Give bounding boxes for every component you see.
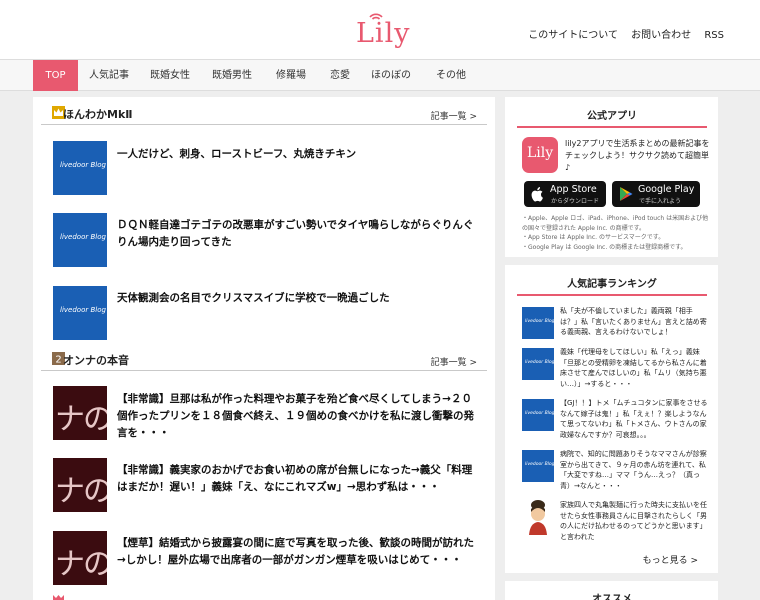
ranking-panel: 人気記事ランキング livedoor Blog 私「夫が不倫していました」義両親… <box>505 265 718 573</box>
article-title[interactable]: ＤＱＮ軽自達ゴテゴテの改悪車がすごい勢いでタイヤ鳴らしながらぐりんぐりん場内走り… <box>117 217 477 251</box>
article-thumbnail[interactable]: ナのス <box>53 386 107 440</box>
section-title: オンナの本音 <box>63 354 129 367</box>
article-item[interactable]: livedoor Blog 一人だけど、刺身、ローストビーフ、丸焼きチキン <box>53 141 483 197</box>
nav-love[interactable]: 恋愛 <box>322 60 358 91</box>
article-thumbnail[interactable]: livedoor Blog <box>53 213 107 267</box>
section-header: ほんわかMkⅡ 記事一覧 > <box>41 103 487 125</box>
site-logo[interactable]: Lily <box>356 12 409 49</box>
trademark-note: ・Apple、Apple ロゴ、iPad、iPhone、iPod touch は… <box>522 215 709 251</box>
nav-top[interactable]: TOP <box>33 60 78 91</box>
article-item[interactable]: livedoor Blog ＤＱＮ軽自達ゴテゴテの改悪車がすごい勢いでタイヤ鳴ら… <box>53 213 483 269</box>
panel-title: オススメ <box>592 594 632 600</box>
article-item[interactable]: ナのス 【非常識】旦那は私が作った料理やお菓子を殆ど食べ尽くしてしまう→２０個作… <box>53 386 483 442</box>
nav-married-men[interactable]: 既婚男性 <box>206 60 258 91</box>
ranking-thumbnail[interactable]: livedoor Blog <box>522 307 555 339</box>
panel-title: 公式アプリ <box>517 107 707 128</box>
app-description: lily2アプリで生活系まとめの最新記事をチェックしよう！サクサク読めて超簡単♪ <box>565 139 710 172</box>
ranking-title[interactable]: 家族四人で丸亀製麺に行った時夫に支払いを任せたら女性事務員さんに目撃されたらしく… <box>560 500 710 542</box>
crown-icon <box>53 595 64 600</box>
rss-link[interactable]: RSS <box>704 30 724 41</box>
article-title[interactable]: 一人だけど、刺身、ローストビーフ、丸焼きチキン <box>117 146 477 163</box>
app-icon[interactable]: Lily <box>522 137 558 173</box>
nav-other[interactable]: その他 <box>428 60 474 91</box>
google-play-label: Google Play <box>638 184 695 195</box>
main-column: ほんわかMkⅡ 記事一覧 > livedoor Blog 一人だけど、刺身、ロー… <box>33 97 495 600</box>
app-store-button[interactable]: App Store からダウンロード <box>524 181 606 207</box>
header-links: このサイトについて お問い合わせ RSS <box>518 26 724 41</box>
ranking-title[interactable]: 義妹「代理母をしてほしい」私「えっ」義妹「旦那との受精卵を凍結してるから私さんに… <box>560 347 710 389</box>
about-link[interactable]: このサイトについて <box>528 30 618 41</box>
ranking-thumbnail[interactable]: livedoor Blog <box>522 348 555 380</box>
article-thumbnail[interactable]: ナのス <box>53 458 107 512</box>
article-item[interactable]: livedoor Blog 天体観測会の名目でクリスマスイブに学校で一晩過ごした <box>53 286 483 342</box>
ranking-title[interactable]: 【GJ！！】トメ「ムチュコタンに家事をさせるなんて嫁子は鬼！」私「えぇ！？楽しよ… <box>560 398 710 440</box>
article-title[interactable]: 【非常識】旦那は私が作った料理やお菓子を殆ど食べ尽くしてしまう→２０個作ったプリ… <box>117 391 477 442</box>
nav-married-women[interactable]: 既婚女性 <box>144 60 196 91</box>
article-thumbnail[interactable]: ナのス <box>53 531 107 585</box>
section-header: 2 オンナの本音 記事一覧 > <box>41 349 487 371</box>
ranking-item[interactable]: livedoor Blog 【GJ！！】トメ「ムチュコタンに家事をさせるなんて嫁… <box>522 399 712 439</box>
article-title[interactable]: 【非常識】義実家のおかげでお食い初めの席が台無しになった→義父「料理はまだか！遅… <box>117 462 477 496</box>
app-store-sub: からダウンロード <box>551 198 600 205</box>
category-nav: TOP 人気記事 既婚女性 既婚男性 修羅場 恋愛 ほのぼの その他 <box>0 59 760 91</box>
app-store-label: App Store <box>550 184 597 195</box>
ranking-item[interactable]: livedoor Blog 義妹「代理母をしてほしい」私「えっ」義妹「旦那との受… <box>522 348 712 388</box>
ranking-item[interactable]: livedoor Blog 病院で、知的に問題ありそうなママさんが診察室から出て… <box>522 450 712 490</box>
ranking-title[interactable]: 病院で、知的に問題ありそうなママさんが診察室から出てきて、９ヶ月の赤ん坊を連れて… <box>560 449 710 491</box>
article-list-link[interactable]: 記事一覧 > <box>431 109 477 122</box>
article-title[interactable]: 【煙草】結婚式から披露宴の間に庭で写真を取った後、歓談の時間が訪れた→しかし！屋… <box>117 535 477 569</box>
see-more-link[interactable]: もっと見る > <box>643 553 698 566</box>
ranking-title[interactable]: 私「夫が不倫していました」義両親「相手は？」私「言いたくありません」言えと詰め寄… <box>560 306 710 338</box>
person-illustration-icon <box>522 499 554 535</box>
nav-popular[interactable]: 人気記事 <box>84 60 134 91</box>
section-title: ほんわかMkⅡ <box>63 108 133 121</box>
logo-text: Lily <box>356 18 411 49</box>
article-list-link[interactable]: 記事一覧 > <box>431 355 477 368</box>
official-app-panel: 公式アプリ Lily lily2アプリで生活系まとめの最新記事をチェックしよう！… <box>505 97 718 257</box>
nav-shuraba[interactable]: 修羅場 <box>268 60 314 91</box>
article-item[interactable]: ナのス 【煙草】結婚式から披露宴の間に庭で写真を取った後、歓談の時間が訪れた→し… <box>53 531 483 587</box>
site-header: Lily このサイトについて お問い合わせ RSS <box>0 0 760 60</box>
ranking-item[interactable]: livedoor Blog 私「夫が不倫していました」義両親「相手は？」私「言い… <box>522 307 712 347</box>
recommend-panel: オススメ <box>505 581 718 600</box>
article-title[interactable]: 天体観測会の名目でクリスマスイブに学校で一晩過ごした <box>117 290 477 307</box>
ranking-item[interactable]: 家族四人で丸亀製麺に行った時夫に支払いを任せたら女性事務員さんに目撃されたらしく… <box>522 499 712 542</box>
ranking-thumbnail[interactable]: livedoor Blog <box>522 399 555 431</box>
article-thumbnail[interactable]: livedoor Blog <box>53 286 107 340</box>
contact-link[interactable]: お問い合わせ <box>631 30 691 41</box>
google-play-button[interactable]: Google Play で手に入れよう <box>612 181 700 207</box>
apple-icon <box>531 187 543 202</box>
svg-text:2: 2 <box>55 355 61 366</box>
google-play-icon <box>620 187 633 201</box>
nav-heartwarming[interactable]: ほのぼの <box>368 60 414 91</box>
article-item[interactable]: ナのス 【非常識】義実家のおかげでお食い初めの席が台無しになった→義父「料理はま… <box>53 458 483 514</box>
ranking-thumbnail[interactable]: livedoor Blog <box>522 450 555 482</box>
panel-title: 人気記事ランキング <box>517 275 707 296</box>
google-play-sub: で手に入れよう <box>639 198 682 205</box>
article-thumbnail[interactable]: livedoor Blog <box>53 141 107 195</box>
